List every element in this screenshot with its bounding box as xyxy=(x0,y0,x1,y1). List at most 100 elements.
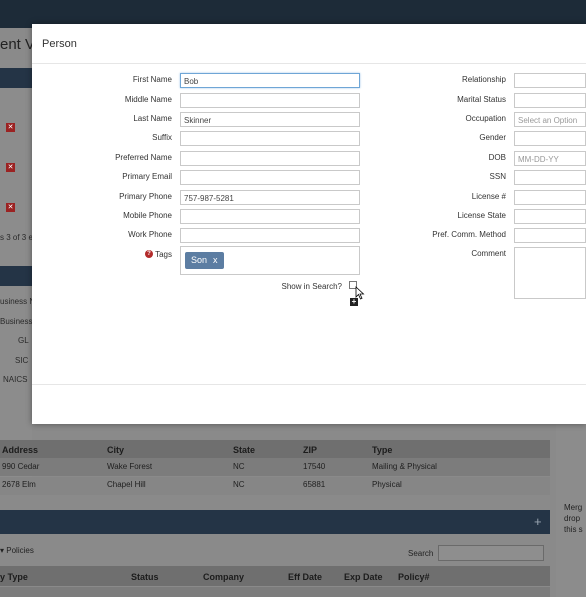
tag-label: Son xyxy=(191,255,208,265)
tag-chip: Son x xyxy=(185,252,224,269)
merge-line: Merg xyxy=(564,503,583,512)
suffix-label: Suffix xyxy=(152,133,172,142)
business-label: Business xyxy=(0,317,33,326)
delete-icon: ✕ xyxy=(6,203,15,212)
column-header-type[interactable]: Type xyxy=(372,445,392,455)
tags-label: Tags xyxy=(155,250,172,259)
mobile-phone-label: Mobile Phone xyxy=(123,211,172,220)
cell-city: Wake Forest xyxy=(107,462,153,471)
primary-phone-field[interactable]: 757-987-5281 xyxy=(180,190,360,205)
last-name-label: Last Name xyxy=(133,114,172,123)
pref-comm-method-select[interactable] xyxy=(514,228,586,243)
occupation-label: Occupation xyxy=(465,114,506,123)
add-icon[interactable]: + xyxy=(350,298,358,306)
pref-comm-method-label: Pref. Comm. Method xyxy=(432,230,506,239)
cell-type: Physical xyxy=(372,480,402,489)
search-label: Search xyxy=(408,549,434,558)
license-state-select[interactable] xyxy=(514,209,586,224)
column-header-zip[interactable]: ZIP xyxy=(303,445,317,455)
cell-state: NC xyxy=(233,462,245,471)
right-panel xyxy=(556,400,586,597)
first-name-label: First Name xyxy=(132,75,172,84)
dob-field[interactable]: MM-DD-YY xyxy=(514,151,586,166)
merge-note: Merg drop this s xyxy=(564,502,583,535)
page-title: ent V xyxy=(0,36,36,53)
show-in-search-label: Show in Search? xyxy=(281,282,342,291)
preferred-name-label: Preferred Name xyxy=(115,153,172,162)
merge-line: this s xyxy=(564,525,583,534)
cell-zip: 65881 xyxy=(303,480,326,489)
policies-label: Policies xyxy=(6,546,34,555)
table-row[interactable] xyxy=(0,587,550,597)
gender-label: Gender xyxy=(479,133,506,142)
primary-email-field[interactable] xyxy=(180,170,360,185)
work-phone-label: Work Phone xyxy=(128,230,172,239)
relationship-label: Relationship xyxy=(461,75,506,84)
policy-table-header xyxy=(0,566,550,586)
license-number-field[interactable] xyxy=(514,190,586,205)
marital-status-label: Marital Status xyxy=(457,95,506,104)
cell-address: 990 Cedar xyxy=(2,462,40,471)
column-header-city[interactable]: City xyxy=(107,445,124,455)
modal-footer-divider xyxy=(32,384,586,385)
column-header-policy-number[interactable]: Policy# xyxy=(398,572,430,582)
work-phone-field[interactable] xyxy=(180,228,360,243)
business-name-label: usiness N xyxy=(0,297,36,306)
license-state-label: License State xyxy=(457,211,506,220)
dob-label: DOB xyxy=(488,153,506,162)
add-policy-icon[interactable]: + xyxy=(534,514,542,529)
left-panel-header xyxy=(0,266,32,286)
last-name-field[interactable]: Skinner xyxy=(180,112,360,127)
gender-select[interactable] xyxy=(514,131,586,146)
primary-phone-label: Primary Phone xyxy=(119,192,172,201)
column-header-state[interactable]: State xyxy=(233,445,255,455)
tags-input[interactable]: Son x xyxy=(180,246,360,275)
table-row[interactable] xyxy=(0,477,550,495)
person-modal: Person First Name Bob Middle Name Last N… xyxy=(32,24,586,424)
gl-label: GL xyxy=(18,336,29,345)
dob-placeholder: MM-DD-YY xyxy=(518,155,559,164)
ssn-label: SSN xyxy=(489,172,506,181)
sic-label: SIC xyxy=(15,356,29,365)
policies-section-header xyxy=(0,510,550,534)
help-icon[interactable]: ? xyxy=(145,250,153,258)
comment-label: Comment xyxy=(471,249,506,258)
marital-status-select[interactable] xyxy=(514,93,586,108)
cell-address: 2678 Elm xyxy=(2,480,36,489)
remove-tag-icon[interactable]: x xyxy=(213,255,218,265)
column-header-exp-date[interactable]: Exp Date xyxy=(344,572,383,582)
mobile-phone-field[interactable] xyxy=(180,209,360,224)
occupation-placeholder: Select an Option xyxy=(518,116,578,125)
table-row[interactable] xyxy=(0,458,550,476)
pagination-text: s 3 of 3 e xyxy=(0,233,33,242)
first-name-field[interactable]: Bob xyxy=(180,73,360,88)
middle-name-field[interactable] xyxy=(180,93,360,108)
preferred-name-field[interactable] xyxy=(180,151,360,166)
cell-type: Mailing & Physical xyxy=(372,462,437,471)
naics-label: NAICS xyxy=(3,375,28,384)
suffix-field[interactable] xyxy=(180,131,360,146)
search-input[interactable] xyxy=(438,545,544,561)
left-panel-header xyxy=(0,68,32,88)
middle-name-label: Middle Name xyxy=(124,95,172,104)
modal-header: Person xyxy=(32,24,586,64)
cell-state: NC xyxy=(233,480,245,489)
relationship-select[interactable] xyxy=(514,73,586,88)
policies-filter[interactable]: ▾ Policies xyxy=(0,546,34,555)
occupation-select[interactable]: Select an Option xyxy=(514,112,586,127)
column-header-address[interactable]: Address xyxy=(2,445,38,455)
primary-email-label: Primary Email xyxy=(122,172,172,181)
column-header-company[interactable]: Company xyxy=(203,572,244,582)
column-header-policy-type[interactable]: y Type xyxy=(0,572,28,582)
ssn-field[interactable] xyxy=(514,170,586,185)
comment-textarea[interactable] xyxy=(514,247,586,299)
delete-icon: ✕ xyxy=(6,123,15,132)
cell-zip: 17540 xyxy=(303,462,326,471)
merge-line: drop xyxy=(564,514,581,523)
license-number-label: License # xyxy=(471,192,506,201)
column-header-eff-date[interactable]: Eff Date xyxy=(288,572,322,582)
delete-icon: ✕ xyxy=(6,163,15,172)
cell-city: Chapel Hill xyxy=(107,480,146,489)
column-header-status[interactable]: Status xyxy=(131,572,159,582)
modal-title: Person xyxy=(42,38,77,50)
